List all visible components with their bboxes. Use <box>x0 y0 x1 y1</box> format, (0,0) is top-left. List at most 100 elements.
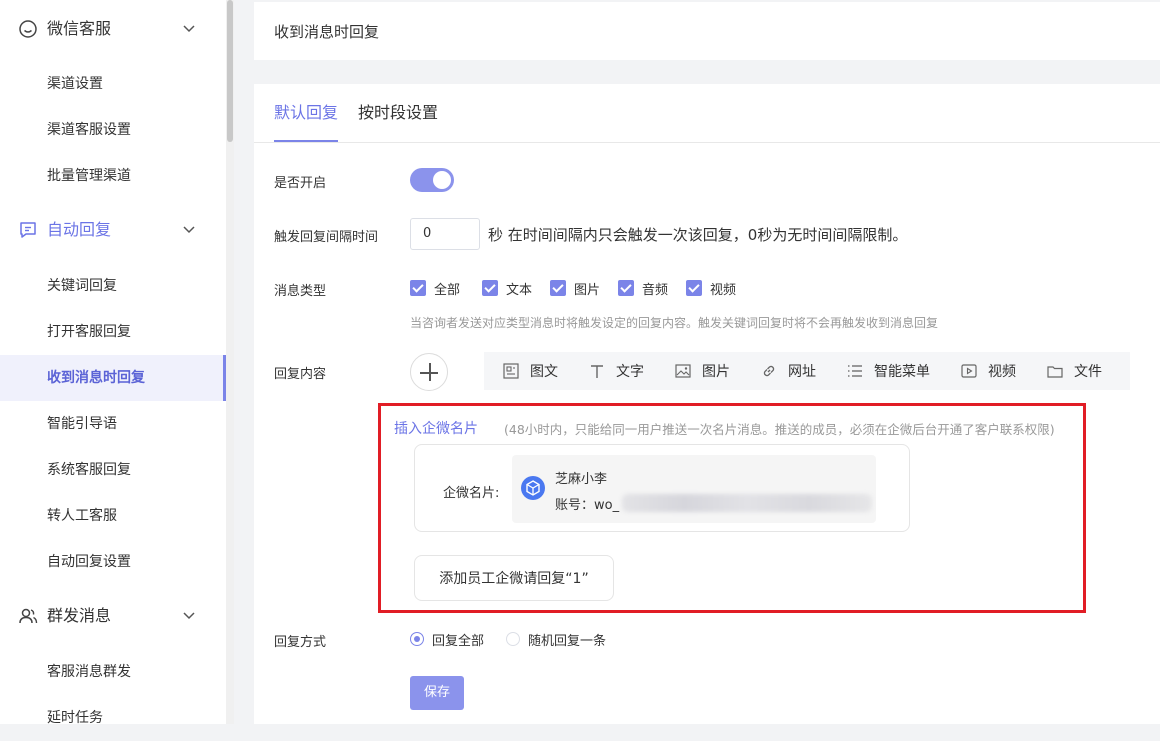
sidebar-item-label: 关键词回复 <box>47 278 117 294</box>
checkbox-checked-icon <box>618 280 634 296</box>
checkbox-checked-icon <box>550 280 566 296</box>
toolbar-label: 智能菜单 <box>874 364 930 380</box>
toggle-knob <box>433 171 451 189</box>
radio-label: 回复全部 <box>432 633 485 649</box>
picture-icon <box>675 364 691 378</box>
sidebar-group-label: 自动回复 <box>47 220 112 239</box>
save-button[interactable]: 保存 <box>410 676 464 710</box>
toolbar-label: 文件 <box>1074 364 1102 380</box>
enabled-toggle[interactable] <box>410 168 454 192</box>
insert-card-link[interactable]: 插入企微名片 <box>394 418 478 438</box>
chevron-down-icon <box>183 612 195 620</box>
account-redacted <box>622 494 872 512</box>
image-text-icon <box>503 363 519 379</box>
sidebar-item-channel-service-settings[interactable]: 渠道客服设置 <box>0 107 226 153</box>
file-icon <box>1047 366 1063 378</box>
checkbox-checked-icon <box>482 280 498 296</box>
checkbox-text[interactable]: 文本 <box>482 280 533 298</box>
toolbar-label: 文字 <box>616 364 644 380</box>
interval-input[interactable]: 0 <box>410 218 480 250</box>
contact-name: 芝麻小李 <box>555 472 608 487</box>
sidebar-item-label: 批量管理渠道 <box>47 168 131 184</box>
tab-active-indicator <box>274 140 338 142</box>
sidebar-item-label: 打开客服回复 <box>47 324 131 340</box>
sidebar-item-service-broadcast[interactable]: 客服消息群发 <box>0 649 226 695</box>
toolbar-picture[interactable]: 图片 <box>674 352 730 390</box>
sidebar-item-delayed-tasks[interactable]: 延时任务 <box>0 695 226 741</box>
sidebar-item-label: 自动回复设置 <box>47 554 131 570</box>
sidebar-group-auto-reply[interactable]: 自动回复 <box>0 207 226 253</box>
chevron-down-icon <box>183 25 195 33</box>
sidebar-item-label: 系统客服回复 <box>47 462 131 478</box>
checkbox-image[interactable]: 图片 <box>550 280 601 298</box>
tab-default-reply[interactable]: 默认回复 <box>274 100 338 126</box>
message-type-label: 消息类型 <box>274 284 327 299</box>
sidebar: 微信客服 渠道设置 渠道客服设置 批量管理渠道 自动回复 关键词回复 打开客服回… <box>0 0 226 726</box>
header-card <box>254 2 1160 60</box>
checkbox-all[interactable]: 全部 <box>410 280 461 298</box>
toolbar-label: 视频 <box>988 364 1016 380</box>
sidebar-item-transfer-to-human[interactable]: 转人工客服 <box>0 493 226 539</box>
tab-divider <box>254 142 1160 143</box>
link-icon <box>763 365 775 377</box>
checkbox-label: 视频 <box>710 282 737 298</box>
toolbar-text[interactable]: 文字 <box>588 352 644 390</box>
toolbar-video[interactable]: 视频 <box>960 352 1016 390</box>
sidebar-group-wechat-service[interactable]: 微信客服 <box>0 6 226 52</box>
sidebar-item-keyword-reply[interactable]: 关键词回复 <box>0 263 226 309</box>
menu-icon <box>848 365 862 377</box>
interval-label: 触发回复间隔时间 <box>274 230 379 245</box>
reply-content-label: 回复内容 <box>274 367 327 382</box>
radio-selected-icon <box>410 632 424 646</box>
sidebar-item-smart-guide[interactable]: 智能引导语 <box>0 401 226 447</box>
reply-mode-label: 回复方式 <box>274 635 327 650</box>
sidebar-item-channel-settings[interactable]: 渠道设置 <box>0 61 226 107</box>
toolbar-image-text[interactable]: 图文 <box>502 352 558 390</box>
text-icon <box>591 365 603 378</box>
toolbar-smart-menu[interactable]: 智能菜单 <box>846 352 930 390</box>
checkbox-label: 图片 <box>574 282 601 298</box>
checkbox-label: 音频 <box>642 282 669 298</box>
contact-account: 账号：wo_ <box>555 498 620 513</box>
radio-random-reply[interactable]: 随机回复一条 <box>506 631 607 649</box>
checkbox-video[interactable]: 视频 <box>686 280 737 298</box>
interval-hint: 秒 在时间间隔内只会触发一次该回复，0秒为无时间间隔限制。 <box>488 226 908 244</box>
message-type-hint: 当咨询者发送对应类型消息时将触发设定的回复内容。触发关键词回复时将不会再触发收到… <box>410 316 939 330</box>
sidebar-group-label: 群发消息 <box>47 606 112 625</box>
sidebar-scrollbar-thumb[interactable] <box>227 0 233 142</box>
checkbox-audio[interactable]: 音频 <box>618 280 669 298</box>
card-label: 企微名片: <box>443 486 500 501</box>
message-square-icon <box>20 222 36 238</box>
toolbar-file[interactable]: 文件 <box>1046 352 1102 390</box>
sidebar-item-label: 渠道客服设置 <box>47 122 131 138</box>
sidebar-item-label: 渠道设置 <box>47 76 103 92</box>
sidebar-item-message-received-reply[interactable]: 收到消息时回复 <box>0 355 226 401</box>
video-icon <box>961 364 977 378</box>
toolbar-label: 图文 <box>530 364 558 380</box>
add-content-button[interactable] <box>410 353 448 391</box>
checkbox-checked-icon <box>686 280 702 296</box>
checkbox-label: 文本 <box>506 282 533 298</box>
sidebar-item-open-service-reply[interactable]: 打开客服回复 <box>0 309 226 355</box>
sidebar-group-broadcast[interactable]: 群发消息 <box>0 593 226 639</box>
enabled-label: 是否开启 <box>274 176 327 191</box>
sidebar-item-auto-reply-settings[interactable]: 自动回复设置 <box>0 539 226 585</box>
sidebar-item-label: 客服消息群发 <box>47 664 131 680</box>
add-staff-button[interactable]: 添加员工企微请回复“1” <box>414 555 614 601</box>
insert-card-note: (48小时内，只能给同一用户推送一次名片消息。推送的成员，必须在企微后台开通了客… <box>504 422 1055 437</box>
tab-time-period-settings[interactable]: 按时段设置 <box>358 100 438 126</box>
sidebar-item-label: 智能引导语 <box>47 416 117 432</box>
toolbar-label: 图片 <box>702 364 730 380</box>
avatar <box>521 476 545 500</box>
users-icon <box>19 608 38 624</box>
radio-unselected-icon <box>506 632 520 646</box>
toolbar-label: 网址 <box>788 364 816 380</box>
radio-label: 随机回复一条 <box>528 633 607 649</box>
sidebar-item-label: 延时任务 <box>47 710 103 726</box>
toolbar-link[interactable]: 网址 <box>760 352 816 390</box>
sidebar-item-batch-manage-channels[interactable]: 批量管理渠道 <box>0 153 226 199</box>
radio-reply-all[interactable]: 回复全部 <box>410 631 485 649</box>
checkbox-checked-icon <box>410 280 426 296</box>
checkbox-label: 全部 <box>434 282 461 298</box>
sidebar-item-system-service-reply[interactable]: 系统客服回复 <box>0 447 226 493</box>
